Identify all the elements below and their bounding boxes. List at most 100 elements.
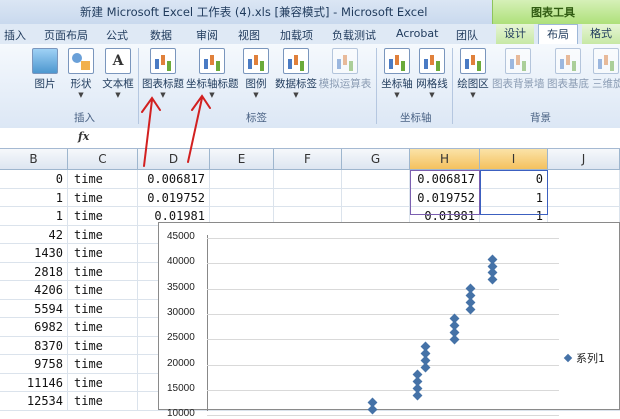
chevron-down-icon: ▼ xyxy=(394,91,400,99)
cell[interactable]: time xyxy=(68,170,138,188)
y-tick-label: 45000 xyxy=(167,231,195,242)
data-table-button[interactable]: 模拟运算表 xyxy=(318,46,372,91)
cell[interactable]: 8370 xyxy=(0,336,68,355)
tab-addins[interactable]: 加载项 xyxy=(280,27,313,43)
cell[interactable] xyxy=(342,170,410,188)
tab-format[interactable]: 格式 xyxy=(582,24,620,44)
cell[interactable]: time xyxy=(68,281,138,299)
tab-team[interactable]: 团队 xyxy=(456,27,478,43)
y-tick-label: 40000 xyxy=(167,256,195,268)
data-labels-button[interactable]: 数据标签 ▼ xyxy=(274,46,318,99)
chevron-down-icon: ▼ xyxy=(470,91,476,99)
scatter-chart[interactable]: 45000 40000 35000 30000 25000 20000 15000 10000… xyxy=(158,222,620,419)
cell[interactable]: 1430 xyxy=(0,244,68,262)
data-table-icon xyxy=(332,48,358,74)
chevron-down-icon: ▼ xyxy=(78,91,84,99)
cell[interactable]: 1 xyxy=(0,207,68,225)
cell[interactable]: time xyxy=(68,299,138,318)
formula-bar[interactable]: fx xyxy=(0,128,620,149)
tab-design[interactable]: 设计 xyxy=(496,24,534,44)
chart-floor-button[interactable]: 图表基底 xyxy=(546,46,590,91)
cell[interactable]: time xyxy=(68,336,138,355)
gridline xyxy=(207,415,559,417)
selection-range-h xyxy=(410,170,480,215)
tab-insert[interactable]: 插入 xyxy=(4,27,26,43)
column-header-f[interactable]: F xyxy=(274,149,342,169)
cell[interactable]: 11146 xyxy=(0,373,68,392)
shapes-button[interactable]: 形状 ▼ xyxy=(64,46,98,99)
cell[interactable]: 0.006817 xyxy=(138,170,210,188)
data-point[interactable] xyxy=(449,313,460,324)
cell[interactable] xyxy=(342,188,410,207)
column-header-c[interactable]: C xyxy=(68,149,138,169)
cell[interactable]: 4206 xyxy=(0,281,68,299)
axes-button[interactable]: 坐标轴 ▼ xyxy=(380,46,414,99)
legend-marker-icon xyxy=(563,353,573,363)
legend-icon xyxy=(243,48,269,74)
tab-view[interactable]: 视图 xyxy=(238,27,260,43)
column-headers: B C D E F G H I J xyxy=(0,149,620,170)
gridline xyxy=(207,238,559,239)
cell[interactable]: time xyxy=(68,188,138,207)
cell[interactable]: time xyxy=(68,318,138,336)
legend-button[interactable]: 图例 ▼ xyxy=(240,46,272,99)
cell[interactable]: 0 xyxy=(0,170,68,188)
fx-icon[interactable]: fx xyxy=(78,130,89,143)
cell[interactable]: 1 xyxy=(0,188,68,207)
plot-area-button[interactable]: 绘图区 ▼ xyxy=(456,46,490,99)
gridlines-button[interactable]: 网格线 ▼ xyxy=(414,46,450,99)
chart-wall-button[interactable]: 图表背景墙 xyxy=(492,46,545,91)
cell[interactable]: 5594 xyxy=(0,299,68,318)
y-tick-label: 25000 xyxy=(167,332,195,344)
cell[interactable]: time xyxy=(68,392,138,410)
cell[interactable] xyxy=(548,170,620,188)
tab-acrobat[interactable]: Acrobat xyxy=(396,27,438,40)
cell[interactable] xyxy=(548,188,620,207)
cell[interactable]: 2818 xyxy=(0,262,68,281)
group-separator xyxy=(376,48,377,124)
cell[interactable]: 0.019752 xyxy=(138,188,210,207)
textbox-icon: A xyxy=(105,48,131,74)
cell[interactable] xyxy=(274,170,342,188)
chart-tools-header: 图表工具 xyxy=(492,0,620,24)
column-header-i[interactable]: I xyxy=(480,149,548,169)
column-header-g[interactable]: G xyxy=(342,149,410,169)
data-point[interactable] xyxy=(465,283,476,294)
chart-tools-label: 图表工具 xyxy=(531,6,575,19)
cell[interactable]: time xyxy=(68,225,138,244)
3d-rotation-button[interactable]: 三维旋转 xyxy=(592,46,620,91)
cell[interactable]: time xyxy=(68,373,138,392)
chart-floor-icon xyxy=(555,48,581,74)
cell[interactable]: time xyxy=(68,262,138,281)
tab-layout[interactable]: 布局 xyxy=(538,24,578,45)
gridline xyxy=(207,313,559,315)
cell[interactable]: 12534 xyxy=(0,392,68,410)
cell[interactable]: 9758 xyxy=(0,355,68,373)
data-point[interactable] xyxy=(420,341,431,352)
cell[interactable]: 6982 xyxy=(0,318,68,336)
legend-label: 系列1 xyxy=(576,352,605,365)
y-tick-label: 20000 xyxy=(167,357,195,369)
group-separator xyxy=(452,48,453,124)
gridlines-icon xyxy=(419,48,445,74)
cell[interactable]: time xyxy=(68,355,138,373)
cell[interactable]: time xyxy=(68,244,138,262)
column-header-b[interactable]: B xyxy=(0,149,68,169)
cell[interactable] xyxy=(210,170,274,188)
cell[interactable]: 42 xyxy=(0,225,68,244)
tab-page-layout[interactable]: 页面布局 xyxy=(44,27,88,43)
cell[interactable]: time xyxy=(68,207,138,225)
group-label-labels: 标签 xyxy=(246,112,267,124)
column-header-h[interactable]: H xyxy=(410,149,480,169)
column-header-j[interactable]: J xyxy=(548,149,620,169)
cell[interactable] xyxy=(274,188,342,207)
picture-button[interactable]: 图片 xyxy=(30,46,60,91)
plot-area[interactable] xyxy=(207,235,208,411)
cell[interactable] xyxy=(210,188,274,207)
tab-formulas[interactable]: 公式 xyxy=(106,27,128,43)
chart-legend[interactable]: 系列1 xyxy=(563,350,605,366)
group-label-axes: 坐标轴 xyxy=(400,112,432,124)
tab-review[interactable]: 审阅 xyxy=(196,27,218,43)
tab-load-test[interactable]: 负载测试 xyxy=(332,27,376,43)
tab-data[interactable]: 数据 xyxy=(150,27,172,43)
